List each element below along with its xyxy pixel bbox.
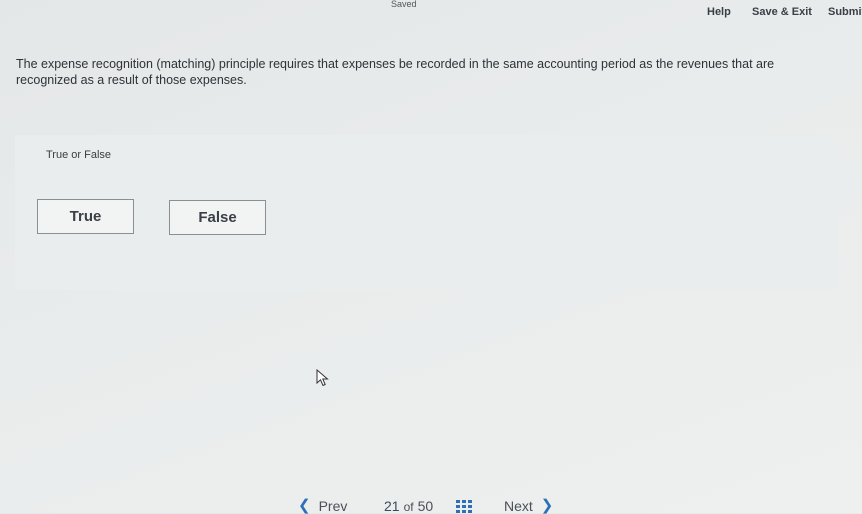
submit-link[interactable]: Submit xyxy=(828,6,862,18)
saved-status: Saved xyxy=(391,0,417,9)
of-label: of xyxy=(403,500,414,514)
chevron-right-icon: ❯ xyxy=(540,497,554,514)
prev-button[interactable]: ❮ Prev xyxy=(298,498,347,514)
grid-icon[interactable] xyxy=(456,500,472,513)
mouse-cursor-icon xyxy=(316,369,329,387)
bottom-navigation: ❮ Prev 21 of 50 Next ❯ xyxy=(0,496,862,514)
chevron-left-icon: ❮ xyxy=(298,497,311,514)
answer-panel: True or False True False xyxy=(15,135,837,290)
prev-label: Prev xyxy=(318,498,348,514)
top-bar: Saved Help Save & Exit Submit xyxy=(0,0,862,26)
help-link[interactable]: Help xyxy=(707,6,731,18)
page-counter: 21 of 50 xyxy=(384,498,433,514)
question-type-label: True or False xyxy=(46,149,112,161)
question-text: The expense recognition (matching) princ… xyxy=(16,57,775,87)
true-button[interactable]: True xyxy=(37,199,134,234)
next-label: Next xyxy=(504,498,533,514)
current-page: 21 xyxy=(384,498,400,514)
next-button[interactable]: Next ❯ xyxy=(504,498,553,514)
false-button[interactable]: False xyxy=(169,200,266,235)
total-pages: 50 xyxy=(417,498,434,514)
save-exit-link[interactable]: Save & Exit xyxy=(752,6,812,18)
